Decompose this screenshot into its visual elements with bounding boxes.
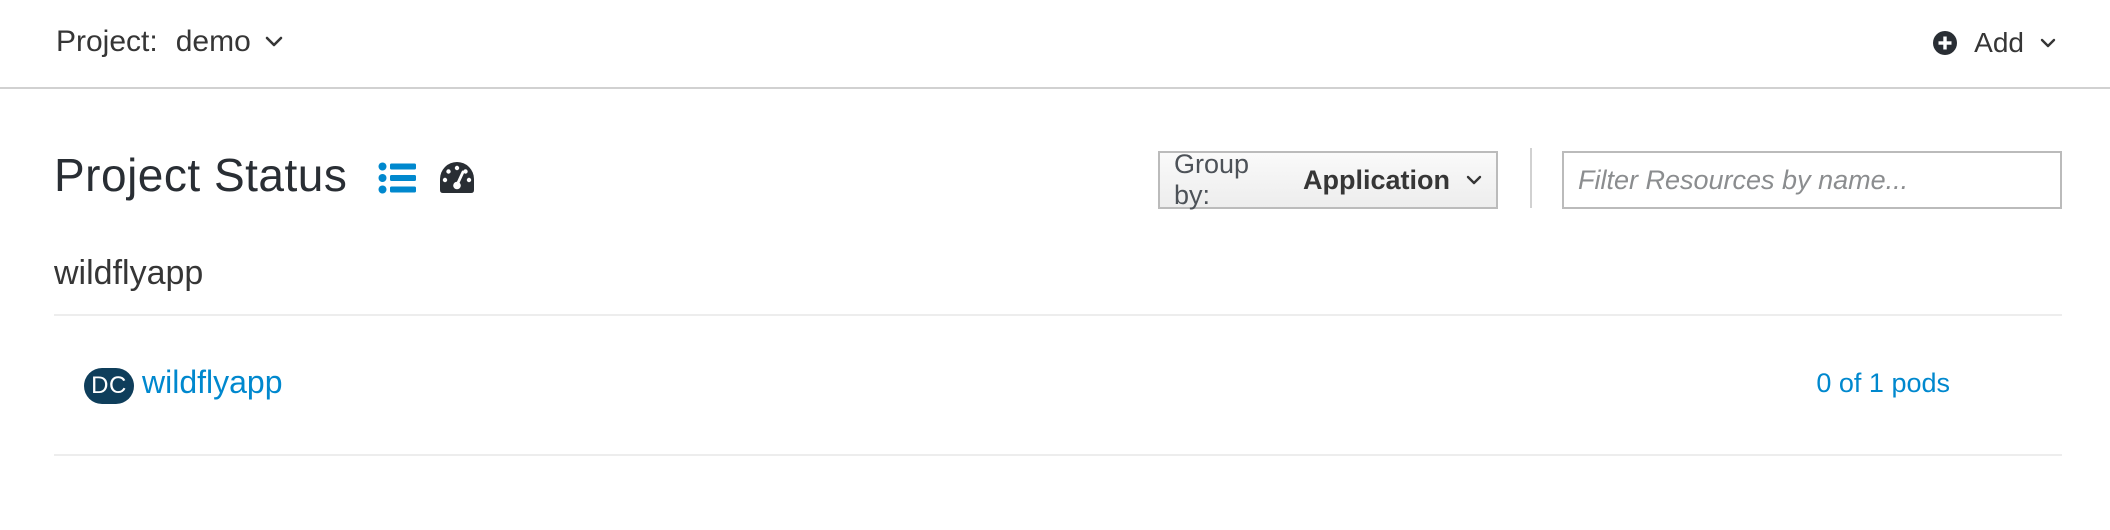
chevron-down-icon (2040, 38, 2056, 49)
row-divider (54, 454, 2062, 456)
page-title: Project Status (54, 149, 348, 201)
group-by-dropdown[interactable]: Group by: Application (1158, 149, 1498, 210)
pods-count-link[interactable]: 0 of 1 pods (1816, 368, 1950, 399)
deployment-config-badge: DC (84, 368, 134, 404)
top-bar: Project: demo Add (0, 0, 2110, 89)
group-by-value: Application (1303, 164, 1450, 195)
chevron-down-icon (265, 36, 283, 48)
plus-circle-icon (1932, 30, 1958, 56)
add-menu-button[interactable]: Add (1932, 23, 2056, 63)
dashboard-icon[interactable] (438, 160, 476, 196)
group-by-label: Group by: (1174, 149, 1250, 210)
list-item[interactable]: DC wildflyapp 0 of 1 pods (54, 316, 2062, 454)
application-heading: wildflyapp (54, 254, 204, 292)
list-view-icon[interactable] (378, 162, 416, 194)
project-name: demo (175, 25, 251, 58)
add-label: Add (1974, 27, 2024, 58)
chevron-down-icon (1466, 175, 1482, 186)
project-label: Project: (56, 25, 158, 58)
filter-input[interactable] (1562, 151, 2062, 209)
toolbar-divider (1530, 148, 1532, 208)
project-selector[interactable]: Project: demo (56, 22, 283, 62)
deployment-config-link[interactable]: wildflyapp (142, 364, 283, 401)
